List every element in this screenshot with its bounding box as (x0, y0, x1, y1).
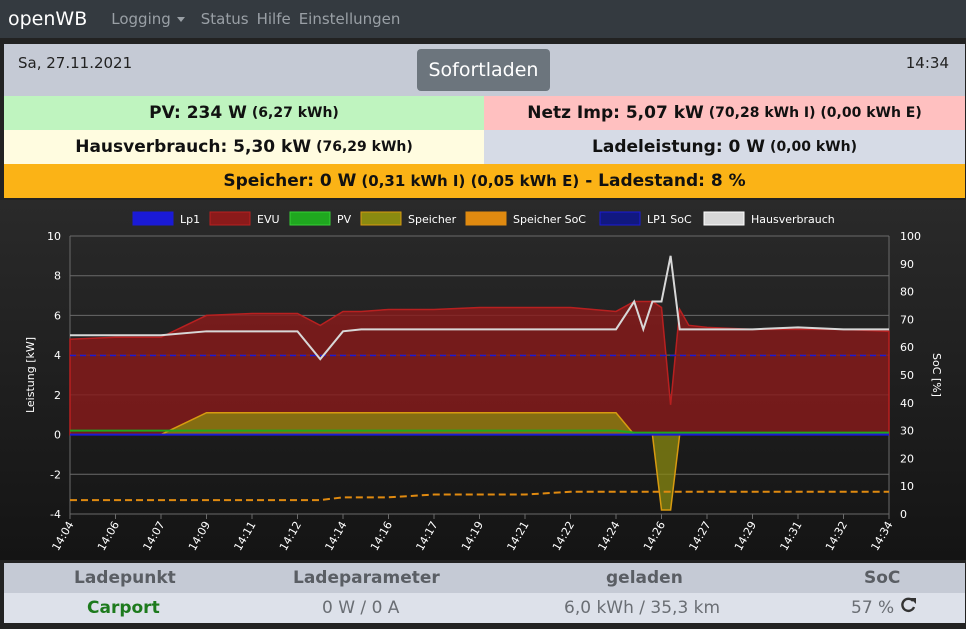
x-tick-label: 14:17 (413, 519, 440, 553)
soc-value: 57 % (851, 598, 895, 618)
legend-label: Speicher SoC (513, 213, 586, 226)
y-right-tick-label: 20 (900, 452, 914, 465)
sofortladen-button[interactable]: Sofortladen (417, 49, 550, 91)
col-ladepunkt: Ladepunkt (74, 568, 176, 588)
legend-swatch (599, 211, 641, 226)
legend-swatch (465, 211, 507, 226)
table-row: Carport 0 W / 0 A 6,0 kWh / 35,3 km 57 % (4, 593, 965, 623)
ladeleistung-tile: Ladeleistung: 0 W (0,00 kWh) (484, 130, 965, 164)
ladepunkt-table: Ladepunkt Ladeparameter geladen SoC Carp… (4, 563, 965, 623)
ladeleistung-energy: (0,00 kWh) (770, 139, 857, 155)
legend-label: LP1 SoC (647, 213, 692, 226)
x-tick-label: 14:16 (368, 519, 395, 553)
legend-label: Hausverbrauch (751, 213, 835, 226)
legend-label: Lp1 (180, 213, 200, 226)
y-tick-label: 10 (47, 230, 61, 243)
status-panel: Sa, 27.11.2021 Sofortladen 14:34 PV: 234… (4, 44, 965, 199)
x-tick-label: 14:24 (595, 519, 622, 553)
col-soc: SoC (864, 568, 901, 588)
y-right-tick-label: 90 (900, 258, 914, 271)
x-tick-label: 14:22 (550, 519, 577, 553)
x-tick-label: 14:07 (140, 519, 167, 553)
ladepunkt-name[interactable]: Carport (87, 598, 160, 618)
ladeparameter-value: 0 W / 0 A (322, 598, 400, 618)
x-tick-label: 14:14 (322, 519, 349, 553)
table-header: Ladepunkt Ladeparameter geladen SoC (4, 563, 965, 593)
y-tick-label: 2 (54, 389, 61, 402)
pv-energy: (6,27 kWh) (251, 105, 339, 121)
time-display: 14:34 (905, 54, 949, 72)
legend-swatch (703, 211, 745, 226)
legend-label: EVU (257, 213, 280, 226)
chevron-down-icon (176, 16, 185, 22)
nav-logging-label: Logging (111, 10, 171, 28)
speicher-value: Speicher: 0 W (223, 171, 357, 191)
date-display: Sa, 27.11.2021 (18, 54, 133, 72)
pv-tile: PV: 234 W (6,27 kWh) (4, 96, 484, 130)
refresh-icon[interactable] (899, 596, 917, 619)
y-right-tick-label: 0 (900, 508, 907, 521)
x-tick-label: 14:26 (641, 519, 668, 553)
netz-tile: Netz Imp: 5,07 kW (70,28 kWh I) (0,00 kW… (484, 96, 965, 130)
y-right-tick-label: 50 (900, 369, 914, 382)
y-right-axis-label: SoC [%] (930, 353, 943, 397)
speicher-tile: Speicher: 0 W (0,31 kWh I) (0,05 kWh E) … (4, 164, 965, 198)
y-tick-label: 4 (54, 349, 61, 362)
y-right-tick-label: 10 (900, 480, 914, 493)
legend-swatch (132, 211, 174, 226)
y-tick-label: 0 (54, 429, 61, 442)
legend-swatch (360, 211, 402, 226)
legend-label: Speicher (408, 213, 457, 226)
nav-einstellungen[interactable]: Einstellungen (299, 10, 401, 28)
x-tick-label: 14:09 (186, 519, 213, 553)
y-tick-label: 8 (54, 270, 61, 283)
legend-swatch (209, 211, 251, 226)
x-tick-label: 14:32 (823, 519, 850, 553)
x-tick-label: 14:29 (732, 519, 759, 553)
x-tick-label: 14:34 (868, 519, 895, 553)
x-tick-label: 14:04 (49, 519, 76, 553)
netz-value: Netz Imp: 5,07 kW (527, 103, 704, 123)
col-geladen: geladen (606, 568, 683, 588)
legend-label: PV (337, 213, 352, 226)
navbar: openWB Logging Status Hilfe Einstellunge… (0, 0, 966, 38)
hausverbrauch-tile: Hausverbrauch: 5,30 kW (76,29 kWh) (4, 130, 484, 164)
pv-value: PV: 234 W (149, 103, 247, 123)
y-right-tick-label: 70 (900, 313, 914, 326)
y-tick-label: -4 (50, 508, 61, 521)
x-tick-label: 14:19 (459, 519, 486, 553)
y-axis-label: Leistung [kW] (24, 337, 37, 413)
hausverbrauch-value: Hausverbrauch: 5,30 kW (75, 137, 312, 157)
y-tick-label: -2 (50, 468, 61, 481)
speicher-ladestand: - Ladestand: 8 % (585, 171, 746, 191)
x-tick-label: 14:06 (95, 519, 122, 553)
chart-area: 10 8 6 4 2 0 -2 -4 100 90 80 70 60 50 40 30 20 10 0 14:04 14… (0, 200, 966, 560)
nav-status[interactable]: Status (201, 10, 249, 28)
x-tick-label: 14:27 (686, 519, 713, 553)
col-ladeparameter: Ladeparameter (293, 568, 440, 588)
geladen-value: 6,0 kWh / 35,3 km (564, 598, 721, 618)
nav-logging[interactable]: Logging (111, 10, 193, 28)
x-tick-label: 14:21 (504, 519, 531, 553)
x-tick-label: 14:31 (777, 519, 804, 553)
series-speicher-soc (70, 490, 889, 502)
nav-hilfe[interactable]: Hilfe (257, 10, 291, 28)
y-right-tick-label: 40 (900, 397, 914, 410)
y-right-tick-label: 80 (900, 286, 914, 299)
speicher-energy: (0,31 kWh I) (0,05 kWh E) (361, 172, 580, 190)
x-tick-label: 14:11 (231, 519, 258, 553)
header-row: Sa, 27.11.2021 Sofortladen 14:34 (4, 44, 965, 96)
y-right-tick-label: 60 (900, 341, 914, 354)
x-tick-label: 14:12 (277, 519, 304, 553)
ladeleistung-value: Ladeleistung: 0 W (592, 137, 766, 157)
hausverbrauch-energy: (76,29 kWh) (316, 139, 413, 155)
y-tick-label: 6 (54, 309, 61, 322)
y-right-tick-label: 100 (900, 230, 921, 243)
brand-logo[interactable]: openWB (8, 8, 87, 30)
legend-swatch (289, 211, 331, 226)
y-right-tick-label: 30 (900, 425, 914, 438)
power-chart: 1086420-2-4100908070605040302010014:04 14… (24, 211, 943, 553)
netz-energy: (70,28 kWh I) (0,00 kWh E) (708, 105, 922, 121)
